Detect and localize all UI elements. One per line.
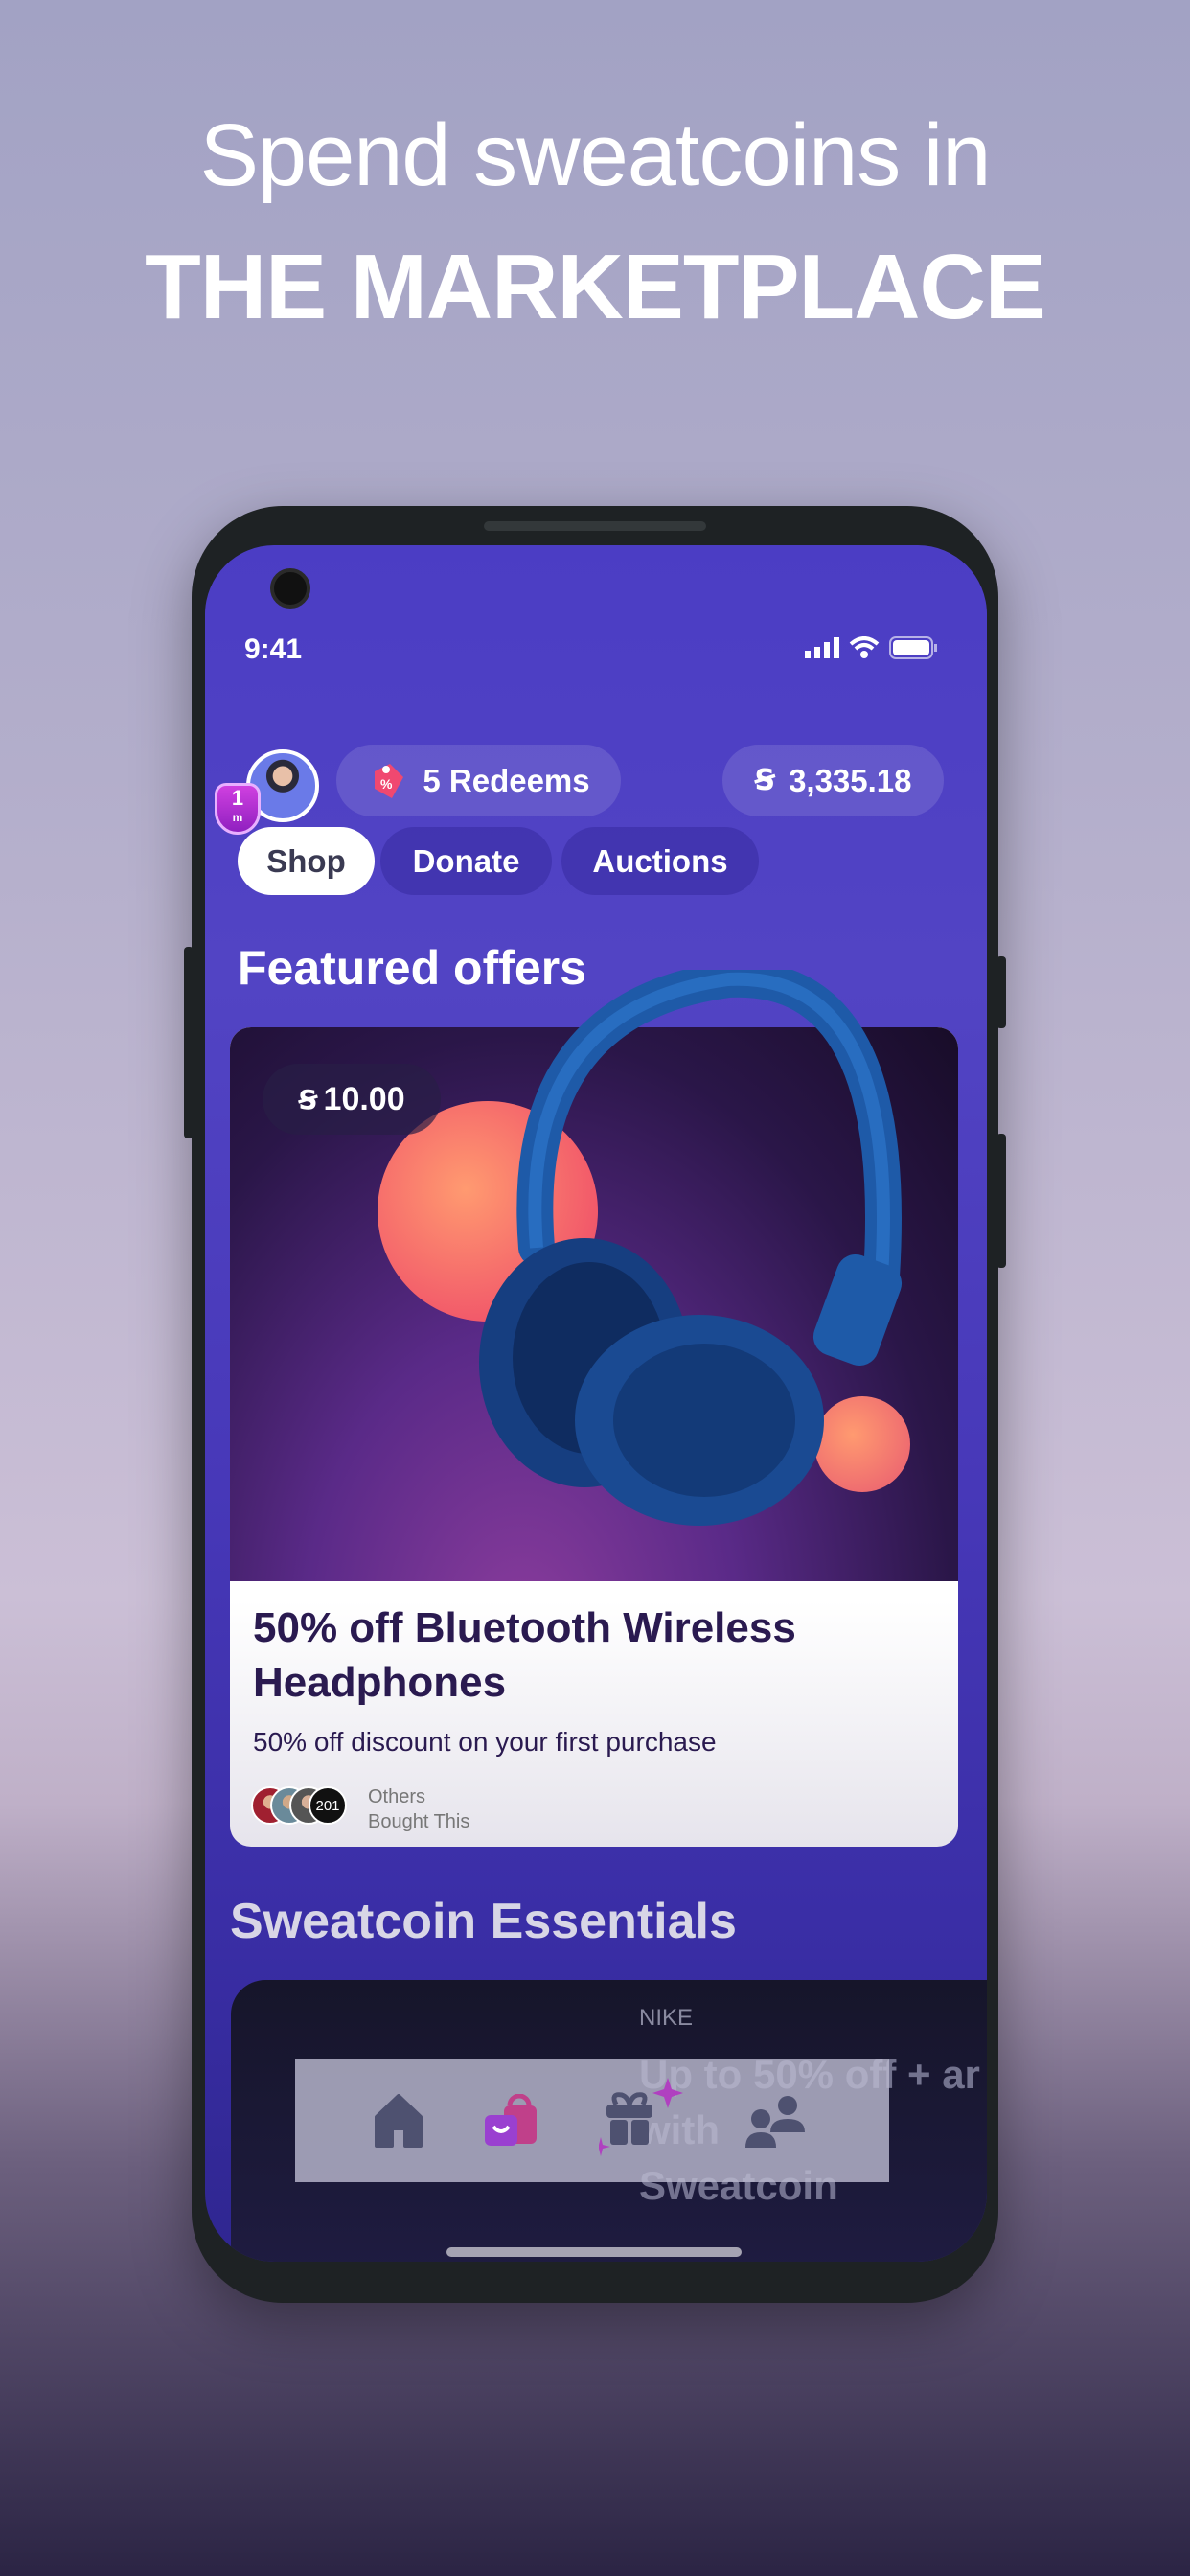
status-time: 9:41 [244,633,303,665]
hero-line-2: THE MARKETPLACE [145,236,1046,338]
wifi-icon [849,636,880,658]
redeems-label: 5 Redeems [423,762,590,798]
buyers-label: Others Bought This [368,1786,470,1832]
tab-auctions[interactable]: Auctions [561,827,759,895]
home-icon[interactable] [373,2093,424,2148]
sweatcoin-icon: Ꞩ [298,1084,318,1115]
discount-tag-icon: % [375,763,404,798]
featured-offer-card[interactable]: Ꞩ 10.00 50% off Bluetooth Wireless Headp… [230,970,958,1847]
phone-frame: 9:41 1 m % 5 Redeems Ꞩ 3,335.18 Shop Don… [184,506,1006,2303]
signal-icon [805,637,839,658]
headphones-image [479,970,903,1526]
app-screen: 9:41 1 m % 5 Redeems Ꞩ 3,335.18 Shop Don… [205,545,987,2262]
offer-description: 50% off discount on your first purchase [253,1727,717,1757]
side-button [184,947,194,1138]
balance-button[interactable]: Ꞩ 3,335.18 [722,745,944,816]
buyer-count: 201 [309,1786,347,1825]
side-button [996,956,1006,1028]
redeems-button[interactable]: % 5 Redeems [336,745,621,816]
level-badge: 1 m [215,783,261,835]
tab-donate[interactable]: Donate [380,827,552,895]
essentials-heading: Sweatcoin Essentials [230,1894,737,1949]
side-button [996,1134,1006,1268]
balance-value: 3,335.18 [789,762,912,798]
hero-line-1: Spend sweatcoins in [199,106,992,204]
offer-title: 50% off Bluetooth Wireless Headphones [253,1604,796,1706]
people-icon[interactable] [744,2094,812,2148]
sweatcoin-icon: Ꞩ [754,765,776,796]
speaker [484,521,706,531]
brand-label: NIKE [639,2005,694,2031]
camera [270,568,310,609]
bottom-nav [295,2058,889,2182]
battery-icon [889,636,937,659]
shopping-bags-icon[interactable] [483,2093,540,2148]
svg-text:%: % [380,776,393,792]
tab-shop[interactable]: Shop [238,827,375,895]
price-badge: Ꞩ 10.00 [263,1064,441,1135]
home-indicator[interactable] [446,2247,742,2257]
gift-icon[interactable] [598,2077,685,2164]
